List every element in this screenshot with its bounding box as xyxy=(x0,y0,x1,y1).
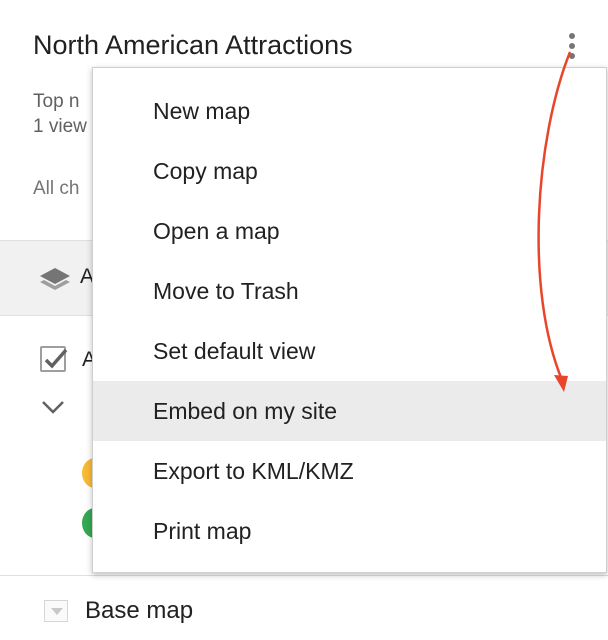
map-options-menu: New map Copy map Open a map Move to Tras… xyxy=(92,67,607,573)
base-map-toggle[interactable] xyxy=(44,600,68,622)
menu-item-open-map[interactable]: Open a map xyxy=(93,201,606,261)
menu-item-label: Open a map xyxy=(153,218,280,244)
map-title[interactable]: North American Attractions xyxy=(33,30,353,61)
menu-item-copy-map[interactable]: Copy map xyxy=(93,141,606,201)
map-description[interactable]: Top n xyxy=(33,89,79,115)
more-options-button[interactable] xyxy=(560,26,584,66)
menu-item-label: New map xyxy=(153,98,251,124)
divider xyxy=(0,575,608,576)
menu-item-label: Set default view xyxy=(153,338,316,364)
more-vert-icon-dot xyxy=(569,43,575,49)
menu-item-label: Move to Trash xyxy=(153,278,299,304)
layers-icon xyxy=(40,268,70,290)
triangle-down-icon xyxy=(51,608,63,615)
menu-item-export-kml[interactable]: Export to KML/KMZ xyxy=(93,441,606,501)
more-vert-icon xyxy=(569,33,575,39)
menu-item-label: Print map xyxy=(153,518,252,544)
saved-status: All ch xyxy=(33,178,80,199)
menu-item-label: Copy map xyxy=(153,158,258,184)
menu-item-print-map[interactable]: Print map xyxy=(93,501,606,561)
menu-item-set-default-view[interactable]: Set default view xyxy=(93,321,606,381)
menu-item-embed-on-site[interactable]: Embed on my site xyxy=(93,381,606,441)
menu-item-new-map[interactable]: New map xyxy=(93,81,606,141)
chevron-down-icon[interactable] xyxy=(40,397,66,417)
checkbox-checked-icon xyxy=(44,348,68,369)
menu-item-label: Export to KML/KMZ xyxy=(153,458,354,484)
map-views-count: 1 view xyxy=(33,116,87,137)
menu-item-move-to-trash[interactable]: Move to Trash xyxy=(93,261,606,321)
menu-item-label: Embed on my site xyxy=(153,398,338,424)
layer-visibility-checkbox[interactable] xyxy=(40,346,68,372)
base-map-label[interactable]: Base map xyxy=(85,597,193,625)
more-vert-icon-dot xyxy=(569,53,575,59)
